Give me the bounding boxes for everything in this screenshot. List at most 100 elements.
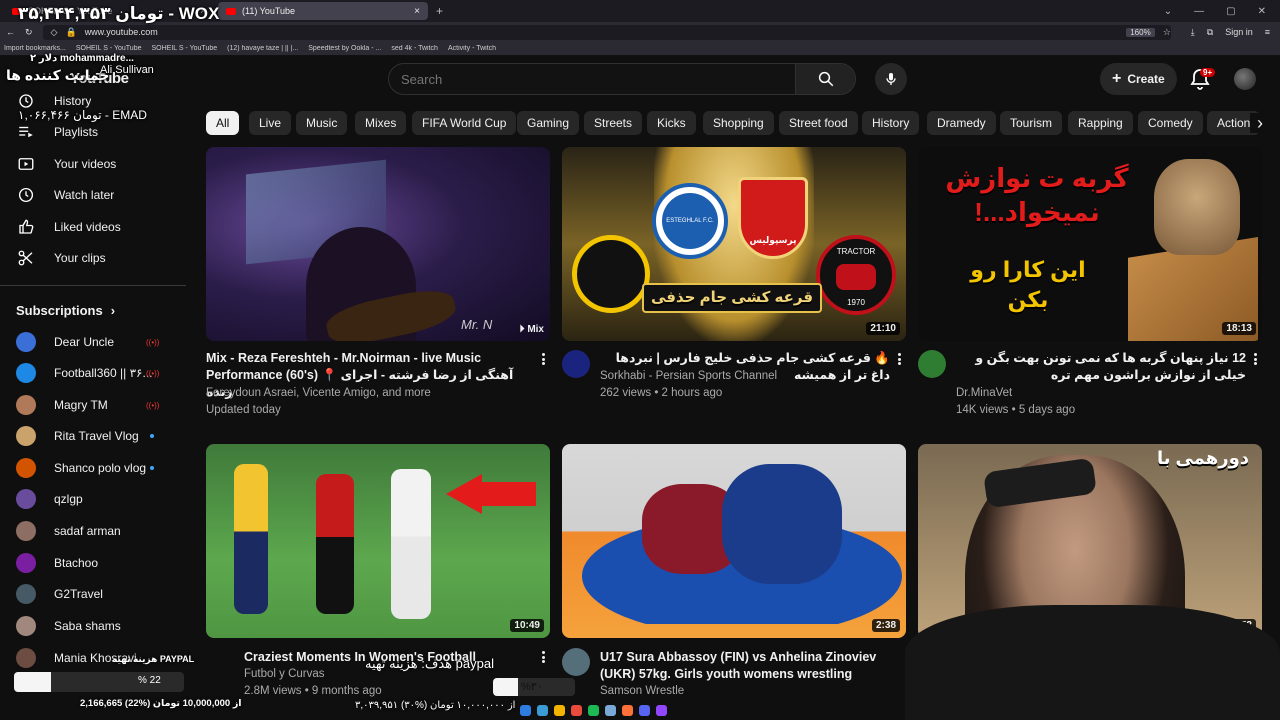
subscription-name: Btachoo: [54, 556, 99, 570]
chip-streets[interactable]: Streets: [584, 111, 643, 135]
app-icon[interactable]: [605, 704, 616, 716]
video-menu-icon[interactable]: [538, 351, 548, 367]
video-channel[interactable]: Sorkhabi - Persian Sports Channel: [600, 368, 777, 385]
extensions-icon[interactable]: ⧉: [1207, 27, 1213, 38]
chip-live[interactable]: Live: [249, 111, 292, 135]
sidebar-subscription[interactable]: Saba shams: [0, 611, 190, 641]
stream-donor-label: حمایت کننده ها: [6, 67, 110, 83]
streamer-webcam: [905, 445, 1280, 720]
stream-donor-line: ۲ دلار mohammadre...: [30, 53, 134, 64]
chip-street-food[interactable]: Street food: [779, 111, 858, 135]
signin-button[interactable]: Sign in: [1225, 27, 1253, 37]
chip-mixes[interactable]: Mixes: [355, 111, 407, 135]
chip-tourism[interactable]: Tourism: [1000, 111, 1063, 135]
bookmark-item[interactable]: Speedtest by Ookla - ...: [308, 45, 381, 52]
subscriptions-heading[interactable]: Subscriptions ›: [16, 303, 115, 318]
goal-progress-text: ۳,۰۳۹,۹۵۱ از ۱۰,۰۰۰,۰۰۰ تومان (%۳۰): [355, 700, 516, 711]
folder-icon[interactable]: [554, 704, 565, 716]
chip-dramedy[interactable]: Dramedy: [927, 111, 996, 135]
bookmark-star-icon[interactable]: ☆: [1163, 27, 1171, 38]
bookmark-item[interactable]: (12) havaye taze | || |...: [227, 45, 298, 52]
channel-avatar[interactable]: [918, 350, 946, 378]
maximize-icon[interactable]: ▢: [1226, 6, 1235, 17]
twitch-icon[interactable]: [656, 704, 667, 716]
chip-fifa-world-cup[interactable]: FIFA World Cup: [412, 111, 517, 135]
bookmark-item[interactable]: Import bookmarks...: [4, 45, 66, 52]
app-icon[interactable]: [571, 704, 582, 716]
bookmark-item[interactable]: sed 4k - Twitch: [391, 45, 438, 52]
video-title[interactable]: U17 Sura Abbassoy (FIN) vs Anhelina Zino…: [600, 649, 890, 683]
browser-tab-active[interactable]: (11) YouTube ×: [218, 2, 428, 20]
video-channel[interactable]: Fereydoun Asraei, Vicente Amigo, and mor…: [206, 385, 431, 402]
sidebar-subscription[interactable]: Rita Travel Vlog: [0, 421, 190, 451]
video-channel[interactable]: Samson Wrestle: [600, 683, 684, 700]
create-label: Create: [1127, 72, 1165, 86]
sidebar-subscription[interactable]: Magry TM ((•)): [0, 390, 190, 420]
goal-2-title: هزینه تهیه PAYPAL: [112, 654, 195, 664]
spotify-icon[interactable]: [588, 704, 599, 716]
url-text: www.youtube.com: [84, 27, 158, 37]
download-icon[interactable]: ⤓: [1191, 27, 1195, 38]
video-title[interactable]: 12 نیاز پنهان گربه ها که نمی تونن بهت بگ…: [956, 350, 1246, 384]
reload-icon[interactable]: ↻: [25, 27, 33, 38]
sidebar-subscription[interactable]: G2Travel: [0, 579, 190, 609]
zoom-level[interactable]: 160%: [1126, 27, 1155, 37]
back-icon[interactable]: ←: [6, 27, 15, 37]
chip-comedy[interactable]: Comedy: [1138, 111, 1203, 135]
search-input[interactable]: [389, 64, 795, 94]
list-tabs-icon[interactable]: ⌄: [1164, 6, 1172, 17]
close-window-icon[interactable]: ✕: [1258, 6, 1266, 17]
video-thumbnail[interactable]: Mr. N ⏵ Mix: [206, 147, 550, 341]
chip-history[interactable]: History: [862, 111, 920, 135]
bookmark-item[interactable]: Activity - Twitch: [448, 45, 496, 52]
chips-scroll-right-button[interactable]: ›: [1250, 113, 1270, 133]
app-icon[interactable]: [520, 704, 531, 716]
search-icon: [818, 71, 833, 87]
chip-kicks[interactable]: Kicks: [647, 111, 696, 135]
chip-gaming[interactable]: Gaming: [517, 111, 580, 135]
sidebar-subscription[interactable]: Shanco polo vlog: [0, 453, 190, 483]
sidebar-subscription[interactable]: Dear Uncle ((•)): [0, 327, 190, 357]
voice-search-button[interactable]: [875, 63, 907, 95]
video-menu-icon[interactable]: [894, 351, 904, 367]
video-thumbnail[interactable]: 2:38: [562, 444, 906, 638]
goal-2-progress-text: 2,166,665 از 10,000,000 تومان (%22): [80, 698, 242, 709]
sidebar-subscription[interactable]: sadaf arman: [0, 516, 190, 546]
chip-shopping[interactable]: Shopping: [703, 111, 774, 135]
video-channel[interactable]: Dr.MinaVet: [956, 385, 1012, 402]
stream-donor-amount: ۱,۰۶۶,۴۶۶ تومان - EMAD: [18, 108, 147, 122]
bookmark-item[interactable]: SOHEIL S - YouTube: [76, 45, 142, 52]
sidebar-item-your-clips[interactable]: Your clips: [0, 243, 190, 273]
chip-rapping[interactable]: Rapping: [1068, 111, 1133, 135]
shield-icon: ◇: [50, 26, 58, 37]
discord-icon[interactable]: [639, 704, 650, 716]
bookmark-item[interactable]: SOHEIL S - YouTube: [152, 45, 218, 52]
video-thumbnail[interactable]: ESTEGHLAL F.C. پرسپولیس TRACTOR 1970 قرعه…: [562, 147, 906, 341]
minimize-icon[interactable]: —: [1194, 6, 1204, 17]
lock-icon: 🔒: [65, 26, 77, 37]
sidebar-item-watch-later[interactable]: Watch later: [0, 180, 190, 210]
channel-avatar[interactable]: [562, 350, 590, 378]
video-menu-icon[interactable]: [1250, 351, 1260, 367]
video-thumbnail[interactable]: گربه ت نوازش نمیخواد...! این کارا رو بکن…: [918, 147, 1262, 341]
goal-2-progress-fill: [14, 672, 52, 692]
streamer-shirt-shape: [905, 605, 1280, 720]
app-icon[interactable]: [537, 704, 548, 716]
sidebar-subscription[interactable]: Btachoo: [0, 548, 190, 578]
create-button[interactable]: + Create: [1100, 63, 1177, 95]
sidebar-item-your-videos[interactable]: Your videos: [0, 149, 190, 179]
sidebar-item-liked-videos[interactable]: Liked videos: [0, 212, 190, 242]
sidebar-item-label: Playlists: [54, 125, 99, 139]
search-button[interactable]: [795, 64, 855, 94]
new-tab-button[interactable]: +: [436, 4, 443, 18]
menu-icon[interactable]: ≡: [1265, 27, 1270, 37]
account-avatar[interactable]: [1234, 68, 1256, 90]
url-bar[interactable]: ◇ 🔒 www.youtube.com 160% ☆: [42, 24, 1171, 40]
chip-music[interactable]: Music: [296, 111, 348, 135]
video-thumbnail[interactable]: 10:49: [206, 444, 550, 638]
sidebar-subscription[interactable]: Football360 || ۳۶... ((•)): [0, 358, 190, 388]
firefox-icon[interactable]: [622, 704, 633, 716]
chip-all[interactable]: All: [206, 111, 240, 135]
close-tab-icon[interactable]: ×: [414, 6, 420, 17]
sidebar-subscription[interactable]: qzlgp: [0, 484, 190, 514]
